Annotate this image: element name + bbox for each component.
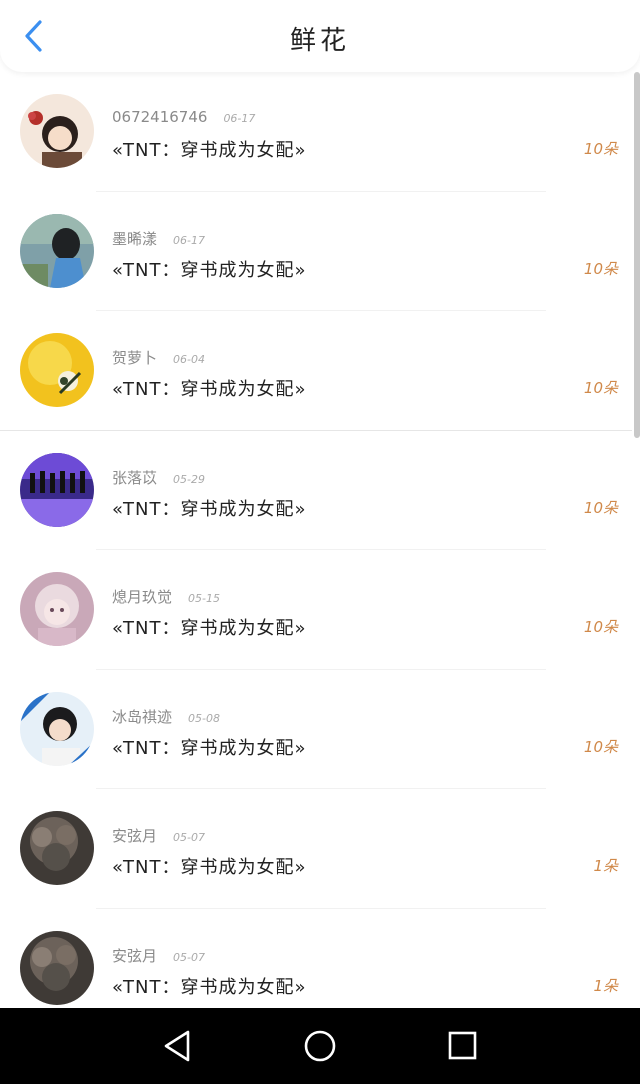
nav-recent-button[interactable] [442,1028,482,1064]
system-nav-bar [0,1008,640,1084]
nav-back-button[interactable] [158,1028,198,1064]
user-name: 安弦月 [112,827,158,845]
flower-count: 10朵 [583,259,618,278]
scrollbar[interactable] [634,72,640,438]
flower-count: 10朵 [583,498,618,517]
book-title: «TNT：穿书成为女配» [112,140,307,161]
user-name: 张落苡 [112,468,158,487]
book-title: «TNT：穿书成为女配» [112,618,307,639]
flower-count: 1朵 [593,976,618,995]
gift-list: 0672416746 06-17 «TNT：穿书成为女配» 10朵 墨晞漾 06-1… [0,72,640,1008]
page-title: 鲜花 [289,26,350,56]
gift-date: 05-07 [173,950,205,964]
user-name: 熄月玖觉 [112,588,173,606]
top-bar: 鲜花 [0,0,640,72]
flower-count: 10朵 [583,618,618,636]
user-name: 墨晞漾 [112,229,158,248]
avatar[interactable] [20,452,94,527]
gift-date: 06-17 [223,112,256,125]
book-title: «TNT：穿书成为女配» [112,857,307,878]
avatar[interactable] [20,811,94,885]
flower-count: 10朵 [583,737,618,756]
user-name: 0672416746 [112,108,208,126]
triangle-back-icon [164,1030,190,1062]
gift-date: 05-07 [173,831,205,844]
avatar[interactable] [20,333,94,407]
flower-count: 1朵 [593,857,618,875]
square-recent-icon [448,1031,477,1060]
avatar[interactable] [20,691,94,766]
list-item[interactable]: 张落苡 05-29 «TNT：穿书成为女配» 10朵 [0,431,632,550]
list-item[interactable]: 安弦月 05-07 «TNT：穿书成为女配» 1朵 [0,909,632,1009]
gift-date: 05-29 [173,472,205,486]
nav-home-button[interactable] [300,1028,340,1064]
gift-date: 06-17 [173,233,205,247]
gift-date: 06-04 [173,353,205,366]
list-item[interactable]: 冰岛祺迹 05-08 «TNT：穿书成为女配» 10朵 [0,670,632,789]
user-name: 贺萝卜 [112,349,158,367]
avatar[interactable] [20,572,94,646]
list-item[interactable]: 0672416746 06-17 «TNT：穿书成为女配» 10朵 [0,72,632,192]
gift-date: 05-15 [188,592,220,605]
gift-date: 05-08 [188,711,220,725]
book-title: «TNT：穿书成为女配» [112,379,307,400]
user-name: 冰岛祺迹 [112,707,173,726]
avatar[interactable] [20,94,94,168]
avatar[interactable] [20,930,94,1005]
user-name: 安弦月 [112,946,158,965]
book-title: «TNT：穿书成为女配» [112,498,307,520]
circle-home-icon [304,1030,336,1062]
book-title: «TNT：穿书成为女配» [112,737,307,759]
book-title: «TNT：穿书成为女配» [112,259,307,281]
book-title: «TNT：穿书成为女配» [112,976,307,998]
flower-count: 10朵 [583,379,618,397]
list-item[interactable]: 熄月玖觉 05-15 «TNT：穿书成为女配» 10朵 [0,550,632,670]
list-item[interactable]: 安弦月 05-07 «TNT：穿书成为女配» 1朵 [0,789,632,909]
list-item[interactable]: 贺萝卜 06-04 «TNT：穿书成为女配» 10朵 [0,311,632,431]
avatar[interactable] [20,213,94,288]
flower-count: 10朵 [583,140,618,158]
list-item[interactable]: 墨晞漾 06-17 «TNT：穿书成为女配» 10朵 [0,192,632,311]
